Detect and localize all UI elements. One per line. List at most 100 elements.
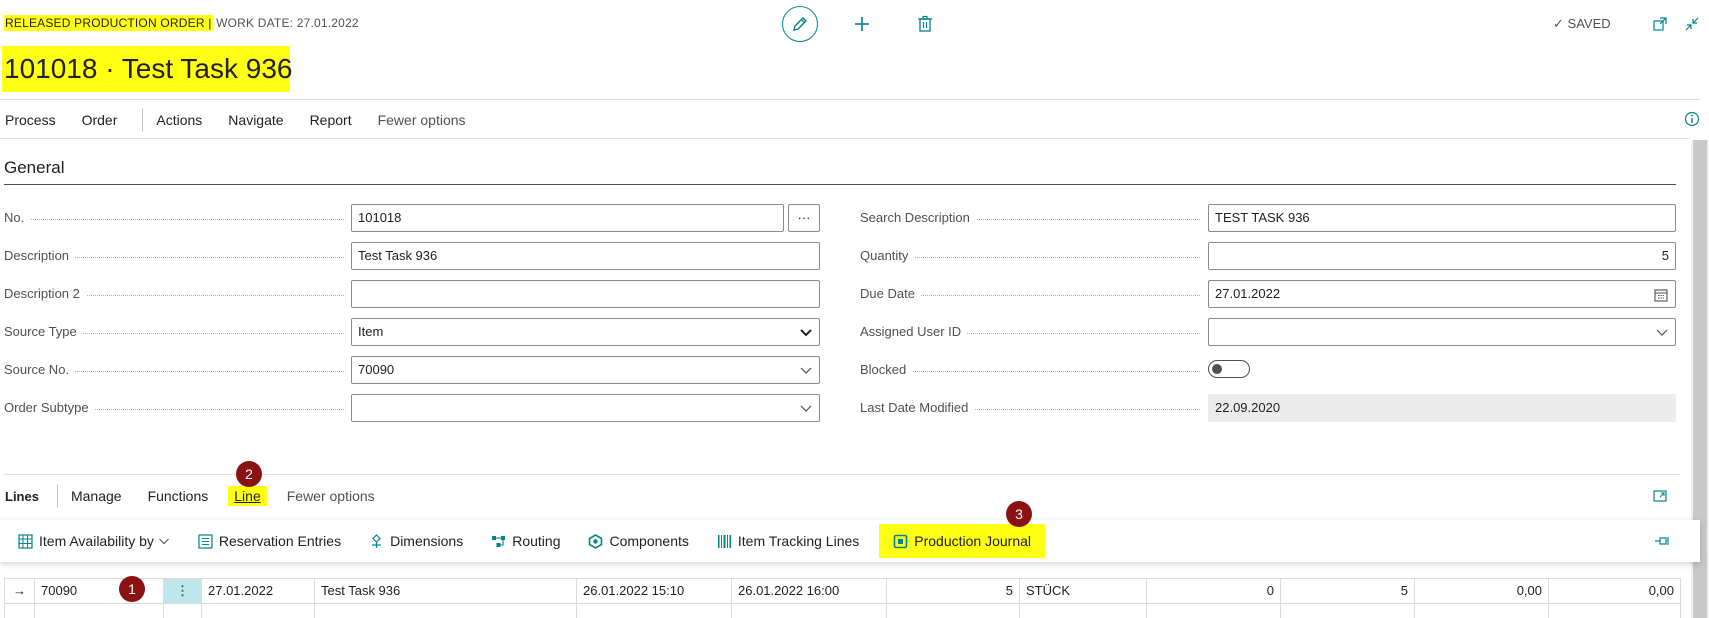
item-availability-button[interactable]: Item Availability by: [0, 524, 184, 558]
menu-fewer-options[interactable]: Fewer options: [365, 112, 479, 128]
empty-cell: [34, 604, 163, 618]
menu-navigate[interactable]: Navigate: [215, 112, 296, 128]
edit-button[interactable]: [782, 6, 818, 42]
lines-tab-functions[interactable]: Functions: [135, 488, 222, 504]
lines-title[interactable]: Lines: [0, 489, 52, 504]
chevron-down-icon: [800, 329, 812, 337]
menu-actions[interactable]: Actions: [155, 112, 215, 128]
lines-expand-button[interactable]: [1650, 486, 1670, 506]
empty-cell: [1019, 604, 1146, 618]
due-date-field[interactable]: 27.01.2022: [1208, 280, 1676, 308]
empty-cell: [163, 604, 201, 618]
field-label-description-2: Description 2: [4, 286, 344, 301]
general-section-rule: [4, 184, 1676, 185]
field-label-blocked: Blocked: [860, 362, 1200, 377]
field-label-assigned-user-id: Assigned User ID: [860, 324, 1200, 339]
quantity-field[interactable]: 5: [1208, 242, 1676, 270]
open-new-window-icon: [1653, 17, 1667, 31]
cell-ending-date-time[interactable]: 26.01.2022 16:00: [731, 579, 886, 603]
expand-icon: [1653, 490, 1667, 502]
page-kind: RELEASED PRODUCTION ORDER |: [4, 15, 213, 31]
field-label-due-date: Due Date: [860, 286, 1200, 301]
cell-due-date[interactable]: 27.01.2022: [201, 579, 314, 603]
menu-order[interactable]: Order: [69, 112, 131, 128]
empty-cell: [1280, 604, 1414, 618]
field-label-source-type: Source Type: [4, 324, 344, 339]
components-button[interactable]: Components: [574, 524, 702, 558]
step-badge-3: 3: [1006, 501, 1032, 527]
menu-process[interactable]: Process: [0, 112, 69, 128]
search-description-field[interactable]: TEST TASK 936: [1208, 204, 1676, 232]
pin-button[interactable]: [1652, 531, 1672, 551]
cell-cost-amount[interactable]: 0,00: [1548, 579, 1681, 603]
cell-finished-quantity[interactable]: 0: [1146, 579, 1280, 603]
item-tracking-lines-button[interactable]: Item Tracking Lines: [703, 524, 873, 558]
blocked-toggle[interactable]: [1208, 360, 1250, 378]
header-divider: [0, 99, 1700, 100]
chevron-down-icon: [1656, 329, 1668, 336]
routing-button[interactable]: Routing: [477, 524, 574, 558]
source-no-field[interactable]: 70090: [351, 356, 820, 384]
lines-tab-line[interactable]: Line: [228, 486, 267, 506]
lines-menu: Lines Manage Functions Line Fewer option…: [0, 484, 388, 508]
menu-divider: [0, 138, 1690, 139]
info-button[interactable]: [1683, 110, 1701, 128]
calendar-icon[interactable]: [1653, 287, 1669, 303]
last-date-modified-value: 22.09.2020: [1208, 394, 1676, 422]
menu-report[interactable]: Report: [297, 112, 365, 128]
ellipsis-icon: ···: [797, 210, 811, 225]
source-type-select[interactable]: Item: [351, 318, 820, 346]
chevron-down-icon: [800, 367, 812, 374]
row-arrow-icon: →: [4, 579, 34, 603]
cell-unit-of-measure[interactable]: STÜCK: [1019, 579, 1146, 603]
reservation-entries-button[interactable]: Reservation Entries: [184, 524, 355, 558]
assigned-user-id-field[interactable]: [1208, 318, 1676, 346]
field-label-last-date-modified: Last Date Modified: [860, 400, 1200, 415]
no-assist-button[interactable]: ···: [788, 204, 820, 232]
barcode-icon: [717, 534, 732, 549]
open-new-window-button[interactable]: [1650, 14, 1670, 34]
empty-cell: [1146, 604, 1280, 618]
no-field[interactable]: 101018: [351, 204, 784, 232]
description-field[interactable]: Test Task 936: [351, 242, 820, 270]
field-label-quantity: Quantity: [860, 248, 1200, 263]
saved-status: ✓ SAVED: [1553, 16, 1611, 31]
action-menu: Process Order Actions Navigate Report Fe…: [0, 108, 479, 132]
general-section-title[interactable]: General: [4, 158, 64, 178]
line-actions-bar: Item Availability by Reservation Entries…: [0, 520, 1700, 562]
cell-description[interactable]: Test Task 936: [314, 579, 576, 603]
table-row-empty[interactable]: [4, 604, 1681, 618]
production-journal-button[interactable]: Production Journal: [879, 524, 1046, 558]
field-label-search-description: Search Description: [860, 210, 1200, 225]
cell-starting-date-time[interactable]: 26.01.2022 15:10: [576, 579, 731, 603]
cell-remaining-quantity[interactable]: 5: [1280, 579, 1414, 603]
menu-separator: [142, 108, 144, 132]
cell-unit-cost[interactable]: 0,00: [1414, 579, 1548, 603]
dimensions-icon: [369, 533, 384, 549]
collapse-button[interactable]: [1682, 14, 1702, 34]
lines-fewer-options[interactable]: Fewer options: [274, 488, 388, 504]
plus-icon: [855, 17, 869, 31]
lines-tab-manage[interactable]: Manage: [71, 488, 135, 504]
grid-icon: [18, 533, 33, 549]
field-label-description: Description: [4, 248, 344, 263]
row-actions-button[interactable]: ⋮: [163, 579, 201, 603]
empty-cell: [314, 604, 576, 618]
components-icon: [588, 533, 603, 549]
check-icon: ✓: [1553, 16, 1564, 31]
ledger-icon: [198, 533, 213, 549]
routing-icon: [491, 534, 506, 549]
page-caption: RELEASED PRODUCTION ORDER | WORK DATE: 2…: [4, 15, 359, 31]
field-label-source-no: Source No.: [4, 362, 344, 377]
delete-button[interactable]: [913, 12, 937, 36]
chevron-down-icon: [800, 405, 812, 412]
order-subtype-field[interactable]: [351, 394, 820, 422]
empty-cell: [1414, 604, 1548, 618]
dimensions-button[interactable]: Dimensions: [355, 524, 477, 558]
new-button[interactable]: [850, 12, 874, 36]
description-2-field[interactable]: [351, 280, 820, 308]
table-row[interactable]: → 70090 ⋮ 27.01.2022 Test Task 936 26.01…: [4, 578, 1681, 604]
empty-cell: [731, 604, 886, 618]
cell-quantity[interactable]: 5: [886, 579, 1019, 603]
empty-cell: [576, 604, 731, 618]
